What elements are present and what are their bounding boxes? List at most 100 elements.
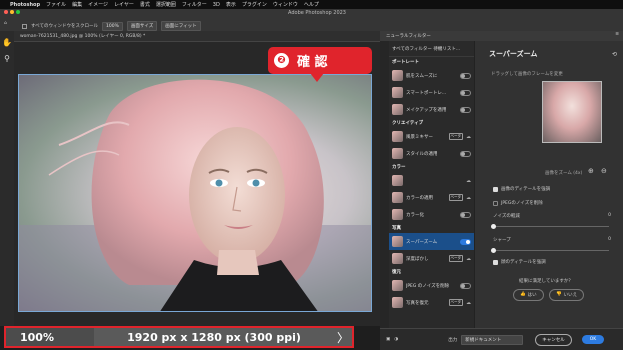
menu-window[interactable]: ウィンドウ (273, 1, 298, 8)
tools-panel: ✋ ⚲ (0, 31, 14, 326)
filter-makeup-transfer[interactable]: メイクアップを適用 (389, 101, 474, 118)
filter-thumbnail (392, 209, 403, 220)
filter-list-header-label: すべてのフィルター 待機リスト... (392, 46, 461, 52)
portrait-image (19, 79, 371, 311)
menu-3d[interactable]: 3D (213, 2, 220, 8)
filter-list-header[interactable]: すべてのフィルター 待機リスト... (389, 41, 474, 57)
maximize-window-button[interactable] (16, 10, 20, 14)
filter-jpeg-artifacts[interactable]: JPEG のノイズを削除 (389, 277, 474, 294)
menu-bar: Photoshop ファイル 編集 イメージ レイヤー 書式 選択範囲 フィルタ… (0, 0, 623, 9)
filter-toggle[interactable] (460, 282, 471, 289)
scroll-all-checkbox[interactable] (22, 23, 27, 29)
fill-screen-button[interactable]: 画面にフィット (161, 21, 201, 31)
menu-image[interactable]: イメージ (88, 1, 108, 8)
reset-icon[interactable]: ⟲ (612, 51, 617, 58)
menu-select[interactable]: 選択範囲 (156, 1, 176, 8)
cloud-download-icon[interactable]: ☁ (466, 195, 471, 201)
zoom-tool-icon[interactable]: ⚲ (2, 53, 12, 63)
ok-button[interactable]: OK (581, 335, 605, 344)
menu-edit[interactable]: 編集 (72, 1, 82, 8)
document-tab[interactable]: woman-7621531_480.jpg @ 100% (レイヤー 0, RG… (14, 31, 380, 42)
beta-badge: ベータ (448, 255, 463, 262)
hand-tool-icon[interactable]: ✋ (2, 37, 12, 47)
filter-label: 風景ミキサー (406, 134, 433, 140)
zoom-in-icon[interactable]: ⊕ (588, 167, 594, 175)
noise-slider[interactable] (491, 224, 609, 229)
filter-thumbnail (392, 175, 403, 186)
filter-color-transfer[interactable]: カラーの適用 ベータ ☁ (389, 189, 474, 206)
filter-harmonization[interactable]: ☁ (389, 172, 474, 189)
filter-super-zoom[interactable]: スーパーズーム (389, 233, 474, 250)
menu-file[interactable]: ファイル (46, 1, 66, 8)
feedback-yes-button[interactable]: 👍 はい (513, 289, 544, 301)
menu-layer[interactable]: レイヤー (114, 1, 134, 8)
filter-toggle[interactable] (460, 211, 471, 218)
filter-thumbnail (392, 236, 403, 247)
menu-plugins[interactable]: プラグイン (242, 1, 267, 8)
category-restoration: 復元 (392, 270, 401, 275)
noise-slider-knob[interactable] (491, 224, 496, 229)
filter-toggle[interactable] (460, 150, 471, 157)
cancel-button[interactable]: キャンセル (535, 333, 572, 346)
enhance-detail-checkbox[interactable] (493, 186, 498, 192)
category-color: カラー (392, 165, 406, 170)
enhance-detail-option[interactable]: 画像のディテールを強調 (493, 186, 550, 192)
close-window-button[interactable] (4, 10, 8, 14)
callout-number: ❷ (274, 53, 289, 68)
filter-toggle[interactable] (460, 106, 471, 113)
enhance-detail-label: 画像のディテールを強調 (501, 187, 551, 192)
menu-help[interactable]: ヘルプ (304, 1, 319, 8)
document-canvas-image[interactable] (18, 74, 372, 312)
filter-label: 肌をスムーズに (406, 73, 438, 79)
status-zoom[interactable]: 100% (6, 328, 94, 346)
filter-smart-portrait[interactable]: スマートポートレ... (389, 84, 474, 101)
status-menu-arrow-icon[interactable]: 〉 (334, 329, 352, 346)
cloud-download-icon[interactable]: ☁ (466, 300, 471, 306)
beta-badge: ベータ (448, 194, 463, 201)
category-portrait: ポートレート (392, 60, 419, 65)
cloud-download-icon[interactable]: ☁ (466, 134, 471, 140)
menu-filter[interactable]: フィルター (182, 1, 207, 8)
show-original-icon[interactable]: ◑ (394, 337, 398, 342)
filter-label: 深度ぼかし (406, 256, 429, 262)
panel-menu-icon[interactable]: ≡ (615, 32, 619, 37)
options-bar: Adobe Photoshop 2023 ⌂ すべてのウィンドウをスクロール 1… (0, 9, 623, 31)
filter-toggle[interactable] (460, 89, 471, 96)
zoom-label: 画像をズーム (4x) (545, 171, 583, 176)
filter-style-transfer[interactable]: スタイルの適用 (389, 145, 474, 162)
menu-app-name[interactable]: Photoshop (10, 2, 40, 8)
feedback-no-button[interactable]: 👎 いいえ (549, 289, 585, 301)
cloud-download-icon[interactable]: ☁ (466, 178, 471, 184)
zoom-preview-image[interactable] (542, 81, 602, 143)
confirm-callout: ❷ 確 認 (268, 47, 372, 82)
filter-thumbnail (392, 104, 403, 115)
filter-thumbnail (392, 253, 403, 264)
filter-landscape-mixer[interactable]: 風景ミキサー ベータ ☁ (389, 128, 474, 145)
thumbs-down-icon: 👎 (556, 292, 562, 297)
face-detail-checkbox[interactable] (493, 259, 498, 265)
home-icon[interactable]: ⌂ (4, 21, 7, 26)
layer-icon[interactable]: ▣ (386, 337, 390, 342)
cloud-download-icon[interactable]: ☁ (466, 256, 471, 262)
jpeg-noise-checkbox[interactable] (493, 200, 498, 206)
filter-thumbnail (392, 87, 403, 98)
fit-screen-button[interactable]: 画面サイズ (126, 21, 158, 31)
filter-photo-restoration[interactable]: 写真を復元 ベータ ☁ (389, 294, 474, 311)
filter-colorize[interactable]: カラー化 (389, 206, 474, 223)
detail-title: スーパーズーム (489, 50, 538, 58)
output-select[interactable]: 新規ドキュメント (461, 334, 524, 345)
filter-toggle[interactable] (460, 238, 471, 245)
zoom-out-icon[interactable]: ⊖ (601, 167, 607, 175)
jpeg-noise-option[interactable]: JPEGのノイズを削除 (493, 200, 543, 206)
sharpen-slider[interactable] (491, 248, 609, 253)
filter-toggle[interactable] (460, 72, 471, 79)
menu-view[interactable]: 表示 (226, 1, 236, 8)
thumbs-up-icon: 👍 (520, 292, 526, 297)
filter-skin-smoothing[interactable]: 肌をスムーズに (389, 67, 474, 84)
face-detail-option[interactable]: 顔のディテールを強調 (493, 259, 546, 265)
zoom-100-button[interactable]: 100% (102, 21, 123, 31)
sharpen-slider-knob[interactable] (491, 248, 496, 253)
filter-depth-blur[interactable]: 深度ぼかし ベータ ☁ (389, 250, 474, 267)
menu-type[interactable]: 書式 (140, 1, 150, 8)
minimize-window-button[interactable] (10, 10, 14, 14)
